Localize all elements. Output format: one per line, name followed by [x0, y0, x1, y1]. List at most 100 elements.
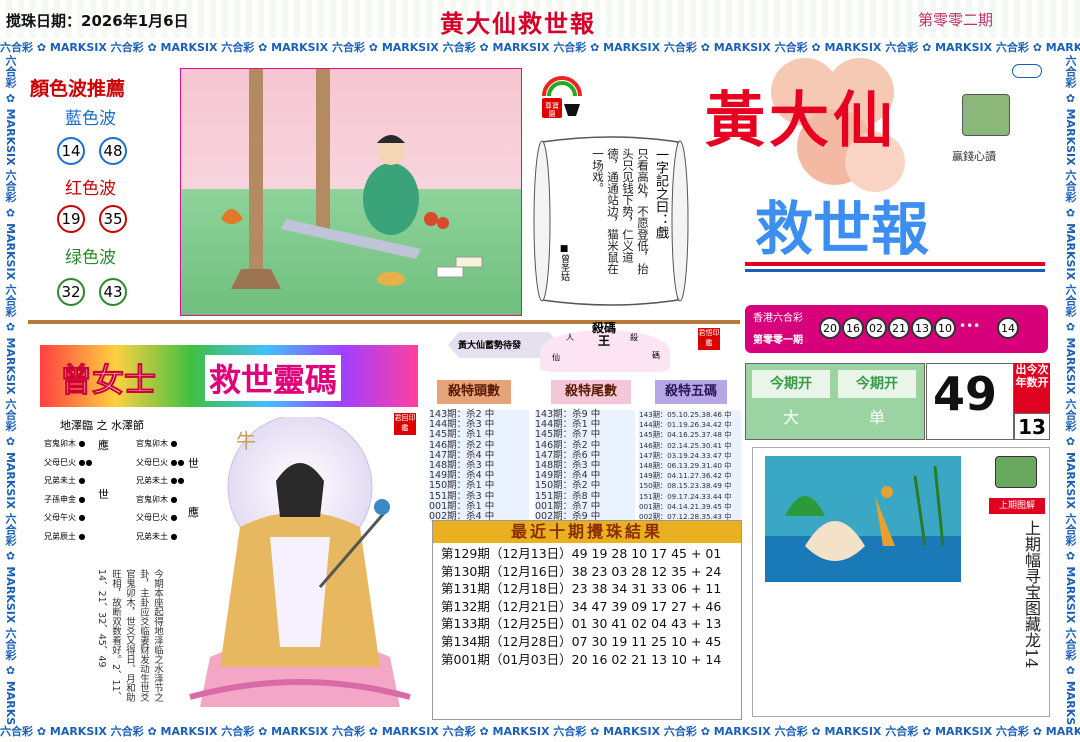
hk-issue: 第零零一期 — [753, 335, 803, 346]
result-row: 第131期（12月18日）23 38 34 31 33 06 + 11 — [441, 581, 722, 597]
spirit-seal: 君回印鑑 — [394, 413, 416, 435]
chart-icon — [995, 456, 1037, 488]
hex-right-line: 兄弟未土 ● — [136, 531, 178, 541]
rainbow-stamp: 尊寶園 — [540, 68, 584, 120]
big-number: 49 — [933, 367, 998, 421]
now-header-2: 今期开 — [838, 370, 916, 398]
blue-ball-1: 14 — [57, 137, 85, 165]
kill-tables: 143期：杀2 中 144期：杀3 中 145期：杀1 中 146期：杀2 中 … — [425, 408, 743, 523]
kill-king: 殺碼王 — [592, 321, 617, 348]
kill-five-row: 146期：02.14.25.30.41 中 — [639, 440, 732, 450]
green-ball-2: 43 — [99, 278, 127, 306]
kill-head-list: 143期：杀2 中 144期：杀3 中 145期：杀1 中 146期：杀2 中 … — [429, 409, 529, 523]
border-top: 六合彩 ✿ MARKSIX 六合彩 ✿ MARKSIX 六合彩 ✿ MARKSI… — [0, 41, 1080, 54]
hex-right-line: 兄弟未土 ●● — [136, 476, 185, 485]
result-row: 第133期（12月25日）01 30 41 02 04 43 + 13 — [441, 616, 722, 632]
paper-title: 黄大仙救世報 — [440, 9, 596, 38]
scene-illustration — [180, 68, 522, 316]
kill-five-row: 148期：06.13.29.31.40 中 — [639, 461, 732, 471]
spirit-title-band: 曾女士 救世靈碼 — [40, 345, 418, 407]
hk-ball: 02 — [865, 317, 887, 339]
kill-five-row: 149期：04.11.27.36.42 中 — [639, 471, 732, 481]
hex-left-line: 父母午火 ● — [44, 513, 86, 522]
kill-five-row: 147期：03.19.24.33.47 中 — [639, 450, 732, 460]
border-right: 六合彩 ✿ MARKSIX 六合彩 ✿ MARKSIX 六合彩 ✿ MARKSI… — [1064, 55, 1077, 725]
hex-left-col: 官鬼卯木 ● 父母巳火 ●● 兄弟未土 ● 子孫申金 ● 父母午火 ● 兄弟辰土… — [44, 435, 124, 546]
kill-tail-list: 143期：杀9 中 144期：杀1 中 145期：杀7 中 146期：杀2 中 … — [535, 409, 635, 523]
last-period-panel: 上期图解 上期幅寻宝图藏龙14 — [752, 447, 1050, 717]
hex-left-line: 子孫申金 ● — [44, 494, 86, 504]
spirit-title-2: 救世靈碼 — [205, 355, 342, 401]
result-row: 第129期（12月13日）49 19 28 10 17 45 + 01 — [441, 546, 722, 561]
green-wave-label: 绿色波 — [65, 248, 116, 268]
kill-five-list: 143期：05.10.25.38.46 中 144期：01.19.26.34.4… — [639, 410, 741, 523]
now-header-1: 今期开 — [752, 370, 830, 398]
blue-ball-2: 48 — [99, 137, 127, 165]
last-period-text: 上期幅寻宝图藏龙14 — [1022, 520, 1041, 669]
spirit-interpretation: 今期本座起得地泽临之水泽节之卦，主卦应爻临妻财发动生世爻官鬼卯木，世爻又得日、月… — [96, 569, 163, 702]
result-row: 第001期（01月03日）20 16 02 21 13 10 + 14 — [441, 651, 722, 667]
banner-left: 黃大仙蓄勢待發 — [458, 341, 522, 351]
border-bottom: 六合彩 ✿ MARKSIX 六合彩 ✿ MARKSIX 六合彩 ✿ MARKSI… — [0, 725, 1080, 738]
banner-seal: 君悟印鑑 — [698, 328, 720, 350]
logo-sub: 救世報 — [755, 195, 930, 263]
small-number: 13 — [1014, 413, 1050, 440]
hex-left-line: 兄弟辰土 ● — [44, 531, 86, 541]
divider — [28, 320, 740, 324]
kill-five-title: 殺特五碼 — [655, 380, 727, 404]
banner-char-2: 殺 — [630, 333, 638, 342]
result-row: 第134期（12月28日）07 30 19 11 25 10 + 45 — [441, 633, 722, 649]
results-list: 第129期（12月13日）49 19 28 10 17 45 + 01 第130… — [433, 543, 741, 668]
hex-left-line: 兄弟未土 ● — [44, 476, 86, 485]
money-icon — [962, 94, 1010, 136]
kill-five-row: 001期：04.14.21.39.45 中 — [639, 501, 732, 511]
hex-mark-ying-right: 應 — [188, 506, 199, 519]
kill-five-row: 151期：09.17.24.33.44 中 — [639, 491, 732, 501]
hex-right-col: 官鬼卯木 ● 父母巳火 ●● 兄弟未土 ●● 官鬼卯木 ● 父母巳火 ● 兄弟未… — [136, 435, 216, 546]
hk-panel: 香港六合彩 第零零一期 20 16 02 21 13 10 ••• 14 — [745, 305, 1048, 353]
issue-number: 第零零二期 — [918, 11, 994, 29]
poem-text: 只看高处，不愿登低，抬头只见钱下势，仁义道德，通通站边，猫米鼠在一场戏。 — [591, 148, 650, 275]
red-ball-1: 19 — [57, 205, 85, 233]
wave-title: 顏色波推薦 — [30, 78, 126, 100]
poem-signature: ■曾圣姑 — [559, 244, 569, 281]
hk-special-ball: 14 — [997, 317, 1019, 339]
hex-mark-shi-left: 世 — [98, 488, 109, 501]
scene-image — [181, 69, 521, 315]
kill-five-row: 143期：05.10.25.38.46 中 — [639, 410, 732, 419]
blue-wave-label: 藍色波 — [65, 109, 116, 129]
red-ball-2: 35 — [99, 205, 127, 233]
hex-right-line: 官鬼卯木 ● — [136, 439, 178, 448]
hex-left-line: 官鬼卯木 ● — [44, 439, 86, 448]
hk-label: 香港六合彩 — [753, 313, 803, 324]
hk-ball: 10 — [934, 317, 956, 339]
kill-five-row: 145期：04.16.25.37.48 中 — [639, 430, 732, 440]
recent-results: 最近十期攪珠結果 第129期（12月13日）49 19 28 10 17 45 … — [432, 520, 742, 720]
hexagram-subtitle: 地澤臨 之 水澤節 — [60, 419, 144, 432]
last-period-image — [765, 456, 961, 582]
side-note: 出今次年数开 — [1014, 363, 1050, 413]
result-row: 第130期（12月16日）38 23 03 28 12 35 + 24 — [441, 563, 722, 579]
banner-char-1: 人 — [566, 333, 574, 342]
spirit-title-1: 曾女士 — [59, 361, 157, 400]
last-period-badge: 上期图解 — [989, 498, 1045, 514]
hex-left-line: 父母巳火 ●● — [44, 457, 93, 467]
badge-text: 贏錢心讀 — [952, 150, 996, 163]
now-value-1: 大 — [782, 408, 799, 427]
banner-char-3: 仙 — [552, 353, 560, 362]
hex-right-line: 官鬼卯木 ● — [136, 494, 178, 504]
result-row: 第132期（12月21日）34 47 39 09 17 27 + 46 — [441, 598, 722, 614]
results-title: 最近十期攪珠結果 — [433, 521, 741, 543]
spirit-panel: 地澤臨 之 水澤節 牛 君回印鑑 官鬼卯木 ● 父母巳火 ●● 兄弟未土 ● 子… — [40, 407, 418, 720]
newspaper-page: { "header": {"date": "搅珠日期：2026年1月6日", "… — [0, 0, 1080, 742]
poem-title: 一字記之曰：戲 — [653, 148, 668, 239]
draw-date: 搅珠日期：2026年1月6日 — [6, 12, 189, 30]
banner-char-4: 碼 — [652, 351, 660, 360]
border-left: 六合彩 ✿ MARKSIX 六合彩 ✿ MARKSIX 六合彩 ✿ MARKSI… — [4, 55, 17, 725]
hk-dots: ••• — [959, 319, 981, 333]
kill-five-row: 144期：01.19.26.34.42 中 — [639, 420, 732, 430]
hex-right-line: 父母巳火 ●● — [136, 457, 185, 467]
ox-character: 牛 — [236, 429, 256, 453]
hk-balls: 20 16 02 21 13 10 — [819, 317, 956, 339]
hk-ball: 16 — [842, 317, 864, 339]
